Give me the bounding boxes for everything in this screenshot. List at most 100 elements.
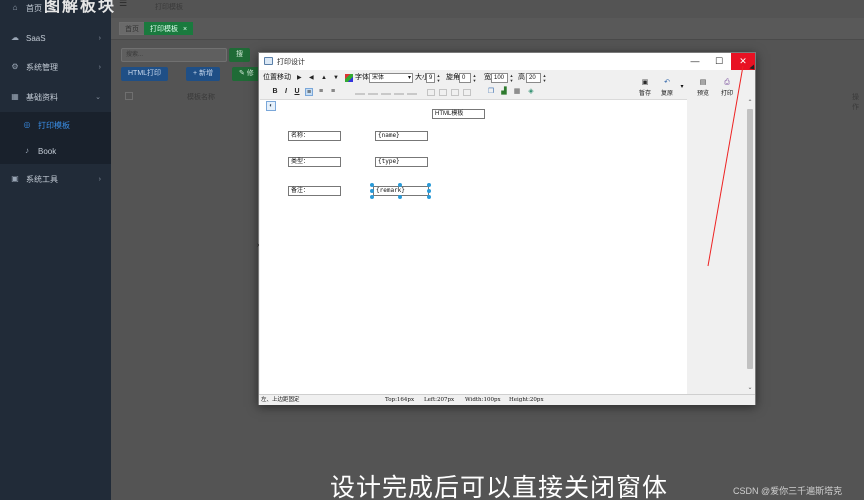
line-style-dashdot-icon[interactable] — [394, 93, 404, 95]
restore-dropdown[interactable]: ▾ — [677, 83, 687, 90]
sidebar-item-book[interactable]: ♪ Book — [0, 138, 111, 164]
preview-label: 预览 — [696, 91, 709, 97]
resize-handle[interactable] — [370, 189, 374, 193]
size-input[interactable]: 9 — [426, 73, 435, 83]
insert-element-icon[interactable]: ◈ — [527, 88, 535, 96]
restore-button[interactable]: ↶ 复原 — [657, 79, 677, 97]
resize-handle[interactable] — [427, 195, 431, 199]
save-draft-button[interactable]: ▣ 暂存 — [635, 79, 655, 97]
value-type-field[interactable]: {type} — [375, 157, 428, 167]
chart-element-icon[interactable]: ▟ — [500, 88, 508, 96]
label-type-field[interactable]: 类型： — [288, 157, 341, 167]
width-spinner[interactable]: ▲ ▼ — [509, 73, 514, 83]
add-button[interactable]: + 新增 — [186, 67, 221, 81]
print-button[interactable]: ⎙ 打印 — [717, 79, 737, 97]
line-style-dash-icon[interactable] — [368, 93, 378, 95]
line-style-double-icon[interactable] — [407, 93, 417, 95]
sidebar-item-label: 系统管理 — [26, 62, 58, 72]
collapse-caret-icon[interactable]: › — [257, 242, 259, 249]
height-spinner[interactable]: ▲ ▼ — [542, 73, 547, 83]
angle-input[interactable]: 0 — [459, 73, 471, 83]
dialog-titlebar[interactable]: 打印设计 — ☐ ✕ — [259, 53, 755, 70]
size-spinner[interactable]: ▲ ▼ — [436, 73, 441, 83]
resize-handle[interactable] — [427, 189, 431, 193]
width-input[interactable]: 100 — [491, 73, 508, 83]
same-height-icon[interactable] — [463, 89, 471, 96]
resize-handle[interactable] — [370, 195, 374, 199]
italic-button[interactable]: I — [282, 88, 290, 96]
title-field[interactable]: HTML模板 — [432, 109, 485, 119]
sidebar-item-label: 基础资料 — [26, 92, 58, 102]
preview-button[interactable]: ▤ 预览 — [693, 79, 713, 97]
status-bar: 左、上边距固定 Top:164px Left:207px Width:100px… — [259, 394, 755, 405]
html-print-button[interactable]: HTML打印 — [121, 67, 169, 81]
status-width: Width:100px — [465, 397, 501, 403]
resize-handle[interactable] — [398, 195, 402, 199]
value-name-field[interactable]: {name} — [375, 131, 428, 141]
sidebar-item-saas[interactable]: ☁ SaaS › — [0, 25, 111, 51]
sidebar-item-print-template[interactable]: ◎ 打印模板 — [0, 112, 111, 138]
same-width-icon[interactable] — [451, 89, 459, 96]
align-left-icon[interactable]: ≡ — [305, 88, 313, 96]
height-label: 高 — [518, 74, 525, 81]
briefcase-icon: ▣ — [11, 174, 19, 183]
undo-icon: ↶ — [664, 79, 670, 86]
column-header-actions: 操作 — [852, 94, 859, 111]
align-objects-left-icon[interactable] — [427, 89, 435, 96]
resize-handle[interactable] — [370, 183, 374, 187]
scroll-up-icon[interactable]: ⌃ — [746, 99, 754, 106]
search-button[interactable]: 搜 — [229, 48, 250, 62]
align-center-icon[interactable]: ≡ — [317, 88, 325, 96]
video-caption: 设计完成后可以直接关闭窗体 — [330, 473, 669, 500]
sidebar-item-label: Book — [38, 146, 57, 156]
scrollbar-thumb[interactable] — [747, 109, 753, 369]
close-icon[interactable]: × — [183, 26, 187, 33]
move-left-button[interactable]: ◀ — [309, 72, 314, 84]
breadcrumb: 打印模板 — [155, 4, 183, 11]
align-objects-top-icon[interactable] — [439, 89, 447, 96]
column-header-name: 模板名称 — [187, 94, 215, 101]
sidebar-item-basic-data[interactable]: ▦ 基础资料 ⌄ — [0, 84, 111, 110]
font-select-value: 宋体 — [372, 75, 385, 81]
search-input[interactable]: 搜索... — [121, 48, 227, 62]
maximize-button[interactable]: ☐ — [707, 53, 731, 70]
sidebar-item-label: 打印模板 — [38, 120, 70, 130]
height-input[interactable]: 20 — [526, 73, 541, 83]
design-canvas[interactable]: HTML模板 名称： {name} 类型： {type} 备注： {remark… — [260, 99, 687, 394]
edit-button[interactable]: ✎ 修 — [232, 67, 261, 81]
label-name-field[interactable]: 名称： — [288, 131, 341, 141]
preview-icon: ▤ — [699, 79, 707, 86]
move-up-button[interactable]: ▲ — [321, 72, 327, 84]
cloud-icon: ☁ — [11, 33, 19, 42]
line-style-dot-icon[interactable] — [381, 93, 391, 95]
save-draft-label: 暂存 — [638, 91, 651, 97]
sidebar-item-system-tools[interactable]: ▣ 系统工具 › — [0, 166, 111, 192]
tabs-bar — [111, 18, 864, 40]
vertical-scrollbar[interactable]: ⌃ ⌄ — [745, 99, 755, 394]
font-color-icon[interactable] — [345, 74, 353, 82]
chevron-right-icon: › — [98, 175, 101, 183]
sidebar-item-system-management[interactable]: ⚙ 系统管理 › — [0, 54, 111, 80]
move-down-button[interactable]: ▼ — [333, 72, 339, 84]
minimize-button[interactable]: — — [683, 53, 707, 70]
pointer-tool-icon[interactable]: ◐ — [266, 101, 276, 111]
status-top: Top:164px — [385, 397, 415, 403]
angle-spinner[interactable]: ▲ ▼ — [472, 73, 477, 83]
move-right-button[interactable]: ▶ — [297, 72, 302, 84]
copy-element-icon[interactable]: ❐ — [487, 88, 495, 96]
align-right-icon[interactable]: ≡ — [329, 88, 337, 96]
scroll-down-icon[interactable]: ⌄ — [746, 384, 754, 391]
tab-home[interactable]: 首页 — [119, 22, 145, 35]
bold-button[interactable]: B — [271, 88, 279, 96]
book-icon: ♪ — [25, 146, 29, 155]
table-element-icon[interactable]: ▦ — [513, 88, 521, 96]
label-remark-field[interactable]: 备注： — [288, 186, 341, 196]
font-select[interactable]: 宋体 ▾ — [369, 73, 413, 83]
resize-handle[interactable] — [427, 183, 431, 187]
tab-print-template[interactable]: 打印模板 × — [144, 22, 194, 35]
resize-handle[interactable] — [398, 183, 402, 187]
menu-toggle-icon[interactable]: ☰ — [119, 0, 127, 9]
select-all-checkbox[interactable] — [125, 92, 133, 100]
underline-button[interactable]: U — [293, 88, 301, 96]
line-style-solid-icon[interactable] — [355, 93, 365, 95]
